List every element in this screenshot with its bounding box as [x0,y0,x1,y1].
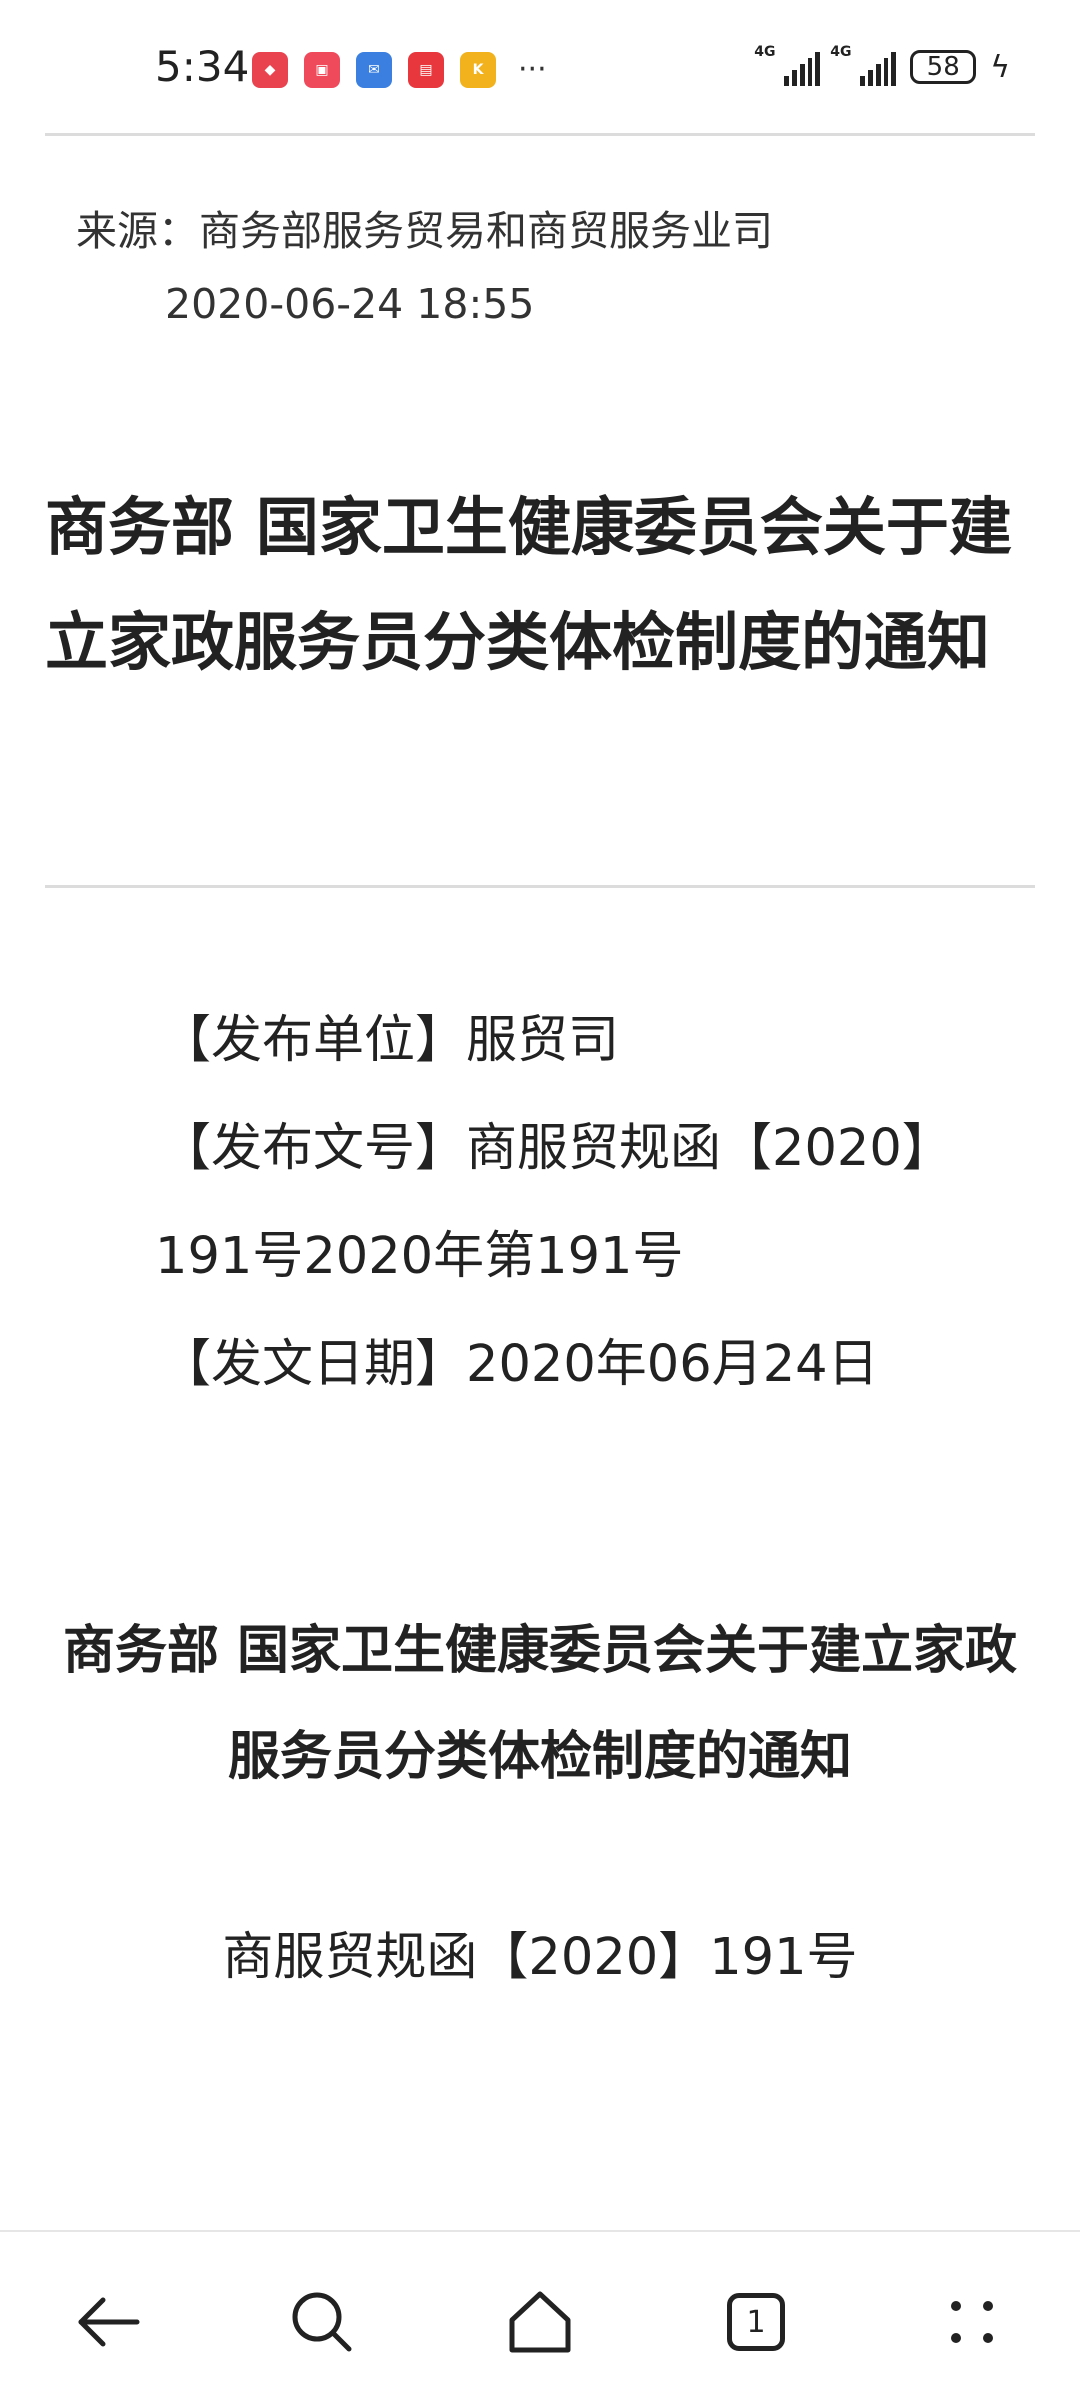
signal-label: 4G [754,44,776,60]
notice-doc-number: 商服贸规函【2020】191号 [222,1928,858,1987]
status-bar: 5:34 ◆ ▣ ✉ ▤ K ··· 4G 4G 58 ϟ [0,0,1080,135]
tabs-icon: 1 [727,2293,785,2351]
notification-icons: ◆ ▣ ✉ ▤ K ··· [252,52,547,88]
bottom-navigation: 1 [0,2230,1080,2402]
top-divider [45,133,1035,136]
battery-level: 58 [926,52,960,82]
mail-icon: ✉ [356,52,392,88]
title-divider [45,885,1035,888]
search-icon [292,2292,352,2352]
battery-icon: 58 [910,50,977,84]
article-title: 商务部 国家卫生健康委员会关于建立家政服务员分类体检制度的通知 [45,491,1012,679]
reader-icon: ▤ [408,52,444,88]
home-button[interactable] [500,2282,580,2362]
more-notifications-icon: ··· [518,52,547,87]
status-time: 5:34 [155,42,250,91]
menu-icon [951,2301,993,2343]
publisher-line: 【发布单位】服贸司 [160,1011,620,1070]
huawei-store-icon: ◆ [252,52,288,88]
signal-icon: 4G [754,44,821,86]
tabs-count: 1 [746,2304,766,2340]
charging-icon: ϟ [990,49,1010,85]
article-source: 来源：商务部服务贸易和商贸服务业司 [76,207,773,255]
signal-label: 4G [830,44,852,60]
search-button[interactable] [282,2282,362,2362]
status-right: 4G 4G 58 ϟ [754,44,1010,86]
signal-icon: 4G [830,44,897,86]
doc-no-line-continued: 191号2020年第191号 [155,1227,684,1286]
back-button[interactable] [68,2282,148,2362]
notes-icon: ▣ [304,52,340,88]
publish-date-line: 【发文日期】2020年06月24日 [160,1335,879,1394]
menu-button[interactable] [932,2282,1012,2362]
kuai-icon: K [460,52,496,88]
home-icon [509,2291,571,2353]
article-datetime: 2020-06-24 18:55 [165,280,535,328]
doc-no-line: 【发布文号】商服贸规函【2020】 [160,1119,953,1178]
notice-title: 商务部 国家卫生健康委员会关于建立家政服务员分类体检制度的通知 [62,1621,1018,1787]
tabs-button[interactable]: 1 [716,2282,796,2362]
back-icon [78,2297,140,2347]
